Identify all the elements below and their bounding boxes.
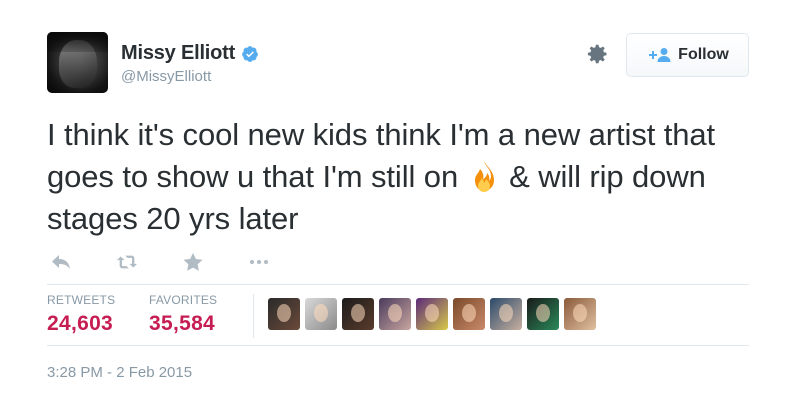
tweet-timestamp[interactable]: 3:28 PM - 2 Feb 2015 (47, 364, 192, 381)
favoriter-avatar[interactable] (564, 298, 596, 330)
favoriter-avatar[interactable] (453, 298, 485, 330)
follow-user-icon (649, 48, 671, 62)
user-handle[interactable]: @MissyElliott (121, 68, 211, 85)
user-avatar[interactable] (47, 32, 108, 93)
favorites-label: FAVORITES (149, 293, 218, 307)
display-name[interactable]: Missy Elliott (121, 42, 235, 65)
tweet-actions (50, 250, 270, 274)
favorite-icon[interactable] (182, 252, 204, 272)
more-icon[interactable] (248, 252, 270, 272)
favoriter-avatar[interactable] (379, 298, 411, 330)
avatar-shade (47, 32, 108, 52)
tweet-text: I think it's cool new kids think I'm a n… (47, 114, 767, 240)
favoriter-avatar[interactable] (416, 298, 448, 330)
name-row: Missy Elliott (121, 42, 259, 65)
favoriter-avatar[interactable] (342, 298, 374, 330)
retweets-count: 24,603 (47, 312, 114, 335)
stats-top-divider (47, 284, 749, 285)
retweets-stat[interactable]: RETWEETS 24,603 (47, 293, 115, 336)
verified-icon (242, 45, 258, 62)
favoriter-avatar[interactable] (268, 298, 300, 330)
retweet-icon[interactable] (116, 252, 138, 272)
retweets-label: RETWEETS (47, 293, 116, 307)
favoriter-avatar[interactable] (305, 298, 337, 330)
stats-bottom-divider (47, 345, 749, 346)
fire-emoji-icon (474, 161, 494, 192)
favoriters-avatars (268, 298, 601, 330)
reply-icon[interactable] (50, 252, 72, 272)
favoriter-avatar[interactable] (527, 298, 559, 330)
favoriter-avatar[interactable] (490, 298, 522, 330)
gear-icon[interactable] (585, 42, 609, 66)
favorites-count: 35,584 (149, 312, 216, 335)
favorites-stat[interactable]: FAVORITES 35,584 (149, 293, 217, 336)
follow-button[interactable]: Follow (626, 33, 749, 77)
follow-label: Follow (678, 46, 729, 63)
stats-separator (253, 294, 254, 338)
